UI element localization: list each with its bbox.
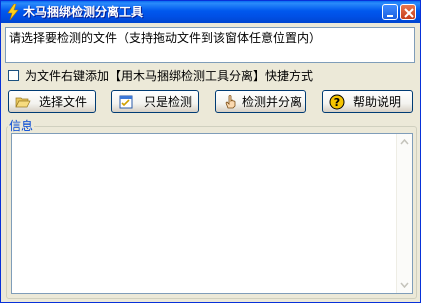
help-button[interactable]: ? 帮助说明 xyxy=(322,90,413,113)
check-and-separate-button[interactable]: 检测并分离 xyxy=(215,90,306,113)
context-menu-label: 为文件右键添加【用木马捆绑检测工具分离】快捷方式 xyxy=(25,69,314,83)
context-menu-checkbox[interactable] xyxy=(8,70,19,81)
check-only-button[interactable]: 只是检测 xyxy=(111,90,199,113)
select-file-label: 选择文件 xyxy=(39,95,88,109)
check-only-label: 只是检测 xyxy=(144,95,193,109)
info-textarea[interactable] xyxy=(11,133,413,294)
minimize-icon xyxy=(387,15,393,17)
info-group-title: 信息 xyxy=(8,118,35,134)
scroll-up-icon[interactable] xyxy=(400,139,409,145)
close-button[interactable] xyxy=(400,4,416,20)
file-path-field[interactable]: 请选择要检测的文件（支持拖动文件到该窗体任意位置内） xyxy=(5,27,415,63)
folder-open-icon xyxy=(15,94,31,110)
select-file-button[interactable]: 选择文件 xyxy=(8,90,96,113)
close-icon xyxy=(404,8,414,18)
checklist-icon xyxy=(118,94,134,110)
minimize-button[interactable] xyxy=(382,4,398,20)
check-and-separate-label: 检测并分离 xyxy=(242,95,303,109)
scroll-down-icon[interactable] xyxy=(400,282,409,288)
question-icon: ? xyxy=(329,94,345,110)
hand-pointer-icon xyxy=(222,94,238,110)
main-window: 木马捆绑检测分离工具 请选择要检测的文件（支持拖动文件到该窗体任意位置内） 为文… xyxy=(0,0,421,303)
lightning-icon xyxy=(5,3,21,21)
window-title: 木马捆绑检测分离工具 xyxy=(23,5,144,19)
svg-text:?: ? xyxy=(334,96,340,109)
help-label: 帮助说明 xyxy=(353,95,402,109)
info-scrollbar[interactable] xyxy=(396,134,412,293)
title-bar[interactable]: 木马捆绑检测分离工具 xyxy=(1,1,420,23)
